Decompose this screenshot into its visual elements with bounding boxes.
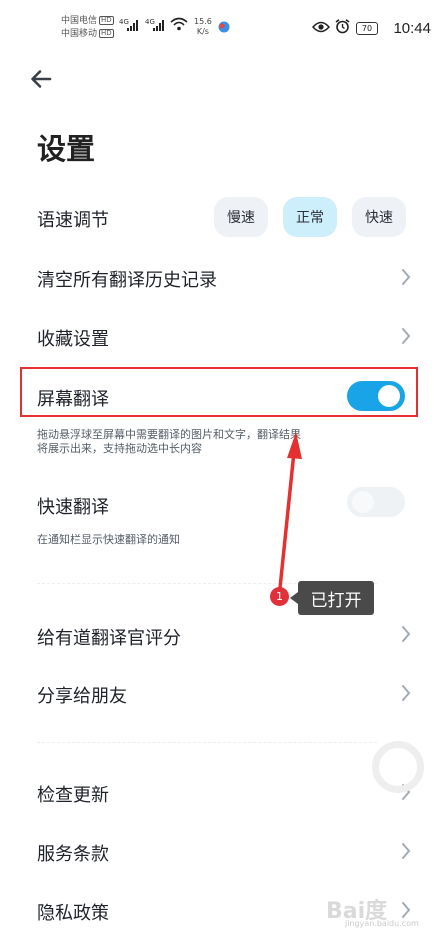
carrier-1: 中国电信 HD bbox=[61, 16, 114, 26]
signal-icon bbox=[127, 19, 138, 31]
screen-translate-description: 拖动悬浮球至屏幕中需要翻译的图片和文字，翻译结果 将展示出来，支持拖动选中长内容 bbox=[37, 428, 301, 455]
favorites-settings-item[interactable]: 收藏设置 bbox=[37, 325, 109, 351]
status-bar: 中国电信 HD 中国移动 HD 4G 4G 15.6 K/s 70 10:44 bbox=[0, 0, 445, 56]
chevron-right-icon bbox=[400, 268, 412, 286]
quick-translate-label: 快速翻译 bbox=[37, 497, 109, 518]
speech-speed-label: 语速调节 bbox=[37, 210, 109, 231]
divider bbox=[37, 742, 377, 743]
net-speed: 15.6 K/s bbox=[194, 17, 212, 36]
app-notification-icon bbox=[218, 21, 230, 33]
floating-ball-icon[interactable] bbox=[372, 741, 424, 793]
battery-icon: 70 bbox=[356, 22, 378, 35]
hd-badge: HD bbox=[99, 29, 114, 38]
chevron-right-icon bbox=[400, 625, 412, 643]
check-update-item[interactable]: 检查更新 bbox=[37, 781, 109, 807]
carrier-2: 中国移动 HD bbox=[61, 29, 114, 39]
terms-item[interactable]: 服务条款 bbox=[37, 840, 109, 866]
page-title: 设置 bbox=[37, 132, 96, 166]
speed-slow-button[interactable]: 慢速 bbox=[214, 197, 268, 237]
share-item[interactable]: 分享给朋友 bbox=[37, 682, 127, 708]
eye-icon bbox=[312, 21, 330, 33]
chevron-right-icon bbox=[400, 901, 412, 919]
chevron-right-icon bbox=[400, 684, 412, 702]
hd-badge: HD bbox=[99, 16, 114, 25]
clock: 10:44 bbox=[393, 20, 431, 37]
annotation-callout: 已打开 bbox=[290, 581, 374, 615]
chevron-right-icon bbox=[400, 327, 412, 345]
chevron-right-icon bbox=[400, 842, 412, 860]
toggle-knob bbox=[352, 491, 374, 513]
quick-translate-toggle[interactable] bbox=[347, 487, 405, 517]
speed-fast-button[interactable]: 快速 bbox=[352, 197, 406, 237]
privacy-item[interactable]: 隐私政策 bbox=[37, 899, 109, 925]
highlight-box bbox=[20, 367, 418, 417]
back-arrow-icon[interactable] bbox=[28, 66, 54, 92]
speed-normal-button[interactable]: 正常 bbox=[283, 197, 337, 237]
clear-history-item[interactable]: 清空所有翻译历史记录 bbox=[37, 266, 217, 292]
watermark-url: jingyan.baidu.com bbox=[345, 919, 419, 928]
rate-app-item[interactable]: 给有道翻译官评分 bbox=[37, 624, 181, 650]
quick-translate-description: 在通知栏显示快速翻译的通知 bbox=[37, 533, 180, 546]
signal-icon bbox=[153, 19, 164, 31]
step-badge: 1 bbox=[270, 587, 289, 606]
alarm-icon bbox=[335, 19, 350, 34]
wifi-icon bbox=[170, 17, 188, 31]
